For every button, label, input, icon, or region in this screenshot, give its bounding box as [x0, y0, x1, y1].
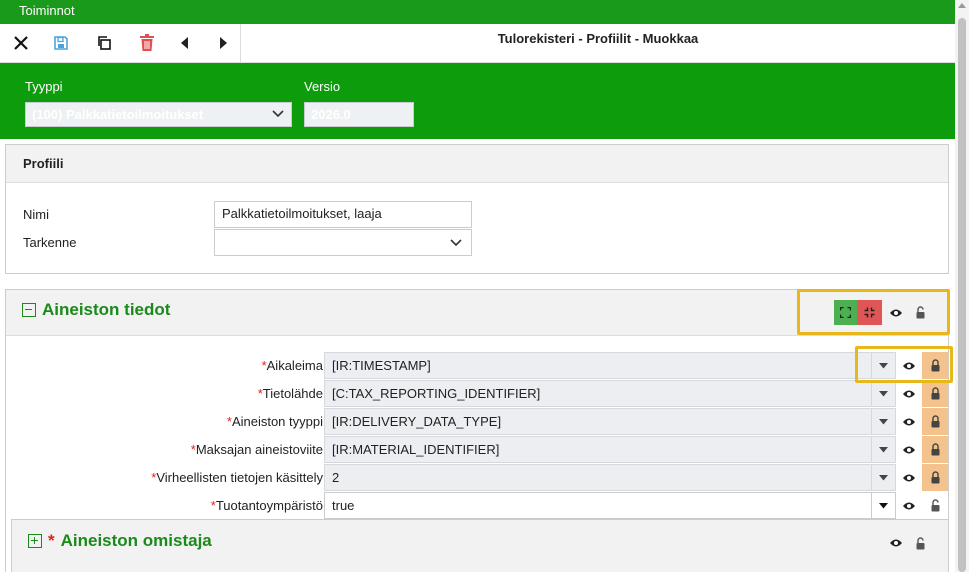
collapse-icon [22, 303, 36, 317]
row-label: *Aineiston tyyppi [227, 414, 323, 429]
save-icon [54, 36, 68, 50]
name-input[interactable]: Palkkatietoilmoitukset, laaja [214, 201, 472, 228]
toolbar: Tulorekisteri - Profiilit - Muokkaa [0, 24, 955, 63]
close-icon [14, 36, 28, 50]
lock-icon [931, 387, 939, 400]
profile-panel-header: Profiili [6, 145, 948, 183]
name-label: Nimi [23, 207, 49, 222]
lock-icon [931, 471, 939, 484]
eye-icon [890, 539, 902, 547]
caret-down-icon [879, 446, 888, 452]
unlock-icon [931, 499, 939, 512]
row-label-text: Aineiston tyyppi [231, 414, 323, 429]
row-dropdown-button[interactable] [872, 380, 896, 407]
spec-label: Tarkenne [23, 235, 77, 250]
row-label: *Virheellisten tietojen käsittely [151, 470, 323, 485]
row-value-input[interactable]: true [324, 492, 872, 519]
row-visibility-button[interactable] [896, 436, 922, 463]
eye-icon [903, 446, 915, 453]
row-lock-button[interactable] [922, 464, 948, 491]
caret-down-icon [879, 502, 888, 508]
next-icon [220, 37, 227, 49]
eye-icon [903, 390, 915, 397]
lock-icon [931, 415, 939, 428]
highlight-box-header [797, 289, 950, 335]
scrollbar-thumb[interactable] [958, 18, 966, 572]
next-button[interactable] [204, 24, 242, 62]
row-value-input[interactable]: [IR:DELIVERY_DATA_TYPE] [324, 408, 872, 435]
row-dropdown-button[interactable] [872, 464, 896, 491]
row-dropdown-button[interactable] [872, 436, 896, 463]
type-value: (100) Palkkatietoilmoitukset [32, 107, 204, 122]
menu-bar[interactable]: Toiminnot [0, 0, 955, 24]
unlock-icon [916, 536, 924, 549]
row-dropdown-button[interactable] [872, 492, 896, 519]
profile-title: Profiili [23, 156, 64, 171]
copy-icon [98, 36, 111, 50]
row-label: *Aikaleima [262, 358, 323, 373]
chevron-down-icon [450, 239, 462, 247]
version-input[interactable]: 2026.0 [304, 102, 414, 127]
caret-down-icon [879, 418, 888, 424]
row-lock-button[interactable] [922, 492, 948, 519]
highlight-box-row [855, 346, 953, 383]
type-label: Tyyppi [25, 79, 63, 94]
eye-icon [903, 474, 915, 481]
row-dropdown-button[interactable] [872, 408, 896, 435]
row-label: *Tuotantoympäristö [211, 498, 323, 513]
row-value-input[interactable]: [IR:MATERIAL_IDENTIFIER] [324, 436, 872, 463]
dataset-title: Aineiston tiedot [42, 300, 171, 319]
expand-section-icon [28, 534, 42, 548]
row-label: *Maksajan aineistoviite [191, 442, 323, 457]
owner-unlock-button[interactable] [908, 532, 932, 554]
lock-icon [931, 443, 939, 456]
menu-title[interactable]: Toiminnot [19, 3, 75, 18]
row-visibility-button[interactable] [896, 464, 922, 491]
row-visibility-button[interactable] [896, 380, 922, 407]
row-visibility-button[interactable] [896, 408, 922, 435]
copy-button[interactable] [85, 24, 123, 62]
version-label: Versio [304, 79, 341, 94]
row-label: *Tietolähde [258, 386, 323, 401]
dataset-toggle[interactable]: Aineiston tiedot [22, 300, 170, 320]
owner-show-button[interactable] [884, 532, 908, 554]
profile-panel: Profiili [5, 144, 949, 274]
row-label-text: Tietolähde [262, 386, 323, 401]
header-panel [0, 63, 955, 139]
type-select[interactable]: (100) Palkkatietoilmoitukset [25, 102, 292, 127]
row-visibility-button[interactable] [896, 492, 922, 519]
spec-select[interactable] [214, 229, 472, 256]
row-label-text: Aikaleima [266, 358, 323, 373]
previous-button[interactable] [166, 24, 204, 62]
row-value-input[interactable]: [C:TAX_REPORTING_IDENTIFIER] [324, 380, 872, 407]
chevron-down-icon [272, 110, 284, 118]
row-label-text: Tuotantoympäristö [215, 498, 323, 513]
row-value-input[interactable]: 2 [324, 464, 872, 491]
row-lock-button[interactable] [922, 436, 948, 463]
row-lock-button[interactable] [922, 408, 948, 435]
owner-toggle[interactable]: * Aineiston omistaja [28, 531, 212, 551]
scroll-up-arrow[interactable] [958, 3, 966, 8]
eye-icon [903, 418, 915, 425]
previous-icon [181, 37, 188, 49]
save-button[interactable] [42, 24, 80, 62]
owner-title: Aineiston omistaja [60, 531, 212, 550]
close-button[interactable] [2, 24, 40, 62]
row-value-input[interactable]: [IR:TIMESTAMP] [324, 352, 872, 379]
eye-icon [903, 502, 915, 509]
page-title: Tulorekisteri - Profiilit - Muokkaa [497, 31, 699, 46]
caret-down-icon [879, 390, 888, 396]
row-label-text: Maksajan aineistoviite [195, 442, 323, 457]
owner-required-mark: * [48, 531, 55, 550]
row-lock-button[interactable] [922, 380, 948, 407]
row-label-text: Virheellisten tietojen käsittely [156, 470, 323, 485]
caret-down-icon [879, 474, 888, 480]
delete-button[interactable] [128, 24, 166, 62]
delete-icon [140, 34, 154, 51]
